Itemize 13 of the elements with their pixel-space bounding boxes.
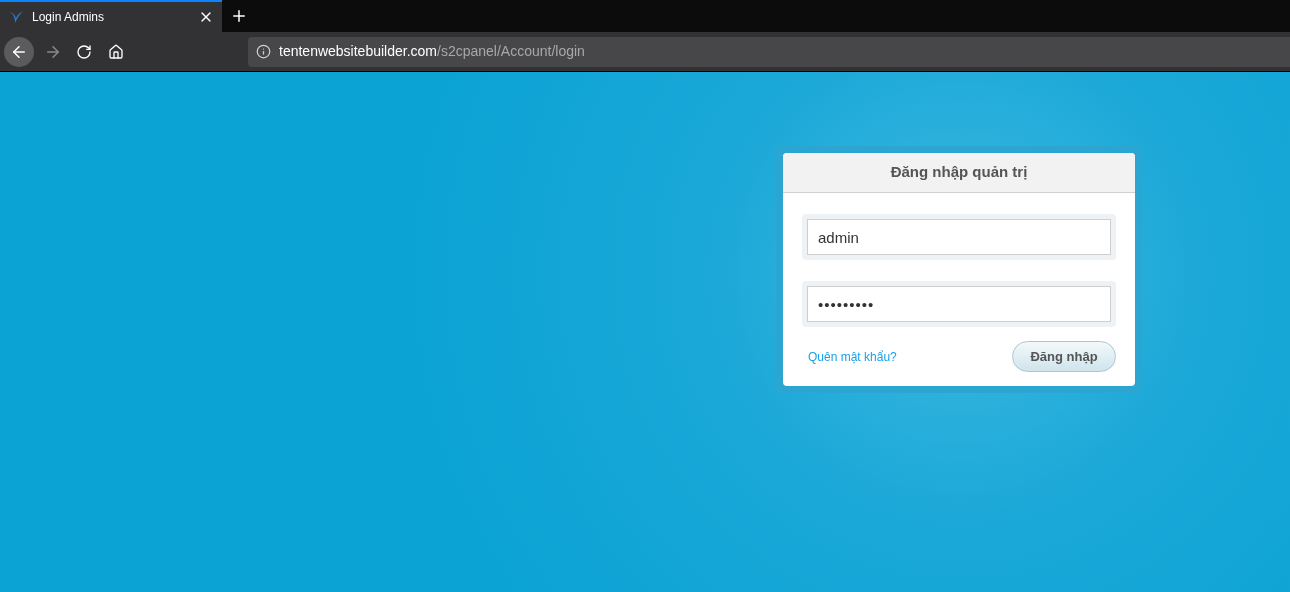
info-icon — [256, 44, 271, 59]
login-button[interactable]: Đăng nhập — [1012, 341, 1116, 372]
browser-tab[interactable]: Login Admins — [0, 0, 222, 32]
username-field[interactable]: admin — [807, 219, 1111, 255]
bird-logo-icon — [8, 9, 24, 25]
tab-title: Login Admins — [32, 9, 106, 26]
password-field[interactable]: ••••••••• — [807, 286, 1111, 322]
home-icon[interactable] — [108, 43, 124, 60]
address-bar[interactable]: tentenwebsitebuilder.com/s2cpanel/Account/login — [248, 36, 1290, 67]
card-title: Đăng nhập quản trị — [890, 162, 1028, 183]
back-button[interactable] — [4, 36, 34, 67]
reload-icon[interactable] — [76, 43, 92, 60]
url-text: tentenwebsitebuilder.com/s2cpanel/Account/login — [279, 42, 585, 61]
